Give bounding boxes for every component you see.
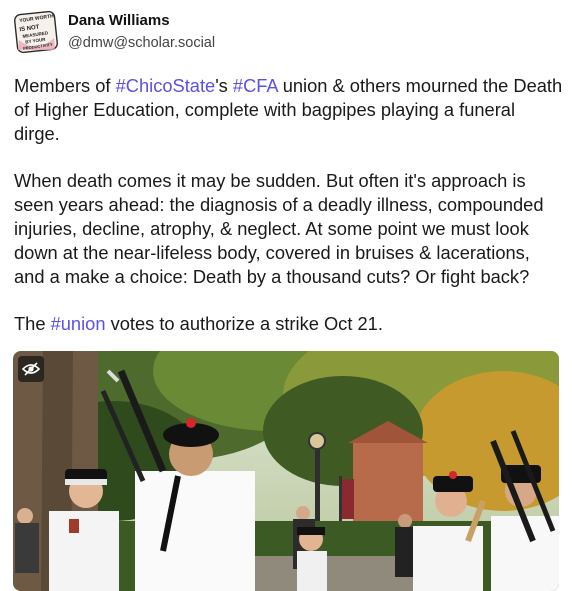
status-post: YOUR WORTH IS NOT MEASURED BY YOUR PRODU… (0, 0, 572, 591)
text: 's (215, 75, 233, 96)
author-display-name[interactable]: Dana Williams (68, 12, 215, 30)
media-attachment[interactable] (13, 351, 559, 591)
author-handle[interactable]: @dmw@scholar.social (68, 33, 215, 53)
bagpipers-photo (13, 351, 559, 591)
avatar[interactable]: YOUR WORTH IS NOT MEASURED BY YOUR PRODU… (14, 10, 58, 54)
text: votes to authorize a strike Oct 21. (105, 313, 383, 334)
hashtag-cfa[interactable]: #CFA (233, 75, 278, 96)
post-paragraph-3: The #union votes to authorize a strike O… (14, 312, 564, 336)
text: The (14, 313, 51, 334)
eye-slash-icon (22, 362, 40, 376)
post-paragraph-1: Members of #ChicoState's #CFA union & ot… (14, 74, 564, 146)
post-header: YOUR WORTH IS NOT MEASURED BY YOUR PRODU… (14, 8, 215, 60)
hide-media-button[interactable] (18, 356, 44, 382)
author-info: Dana Williams @dmw@scholar.social (68, 8, 215, 53)
post-content: Members of #ChicoState's #CFA union & ot… (14, 74, 564, 359)
hashtag-union[interactable]: #union (51, 313, 106, 334)
text: Members of (14, 75, 116, 96)
avatar-sticker-image: YOUR WORTH IS NOT MEASURED BY YOUR PRODU… (14, 10, 58, 54)
post-paragraph-2: When death comes it may be sudden. But o… (14, 170, 544, 287)
hashtag-chicostate[interactable]: #ChicoState (116, 75, 216, 96)
